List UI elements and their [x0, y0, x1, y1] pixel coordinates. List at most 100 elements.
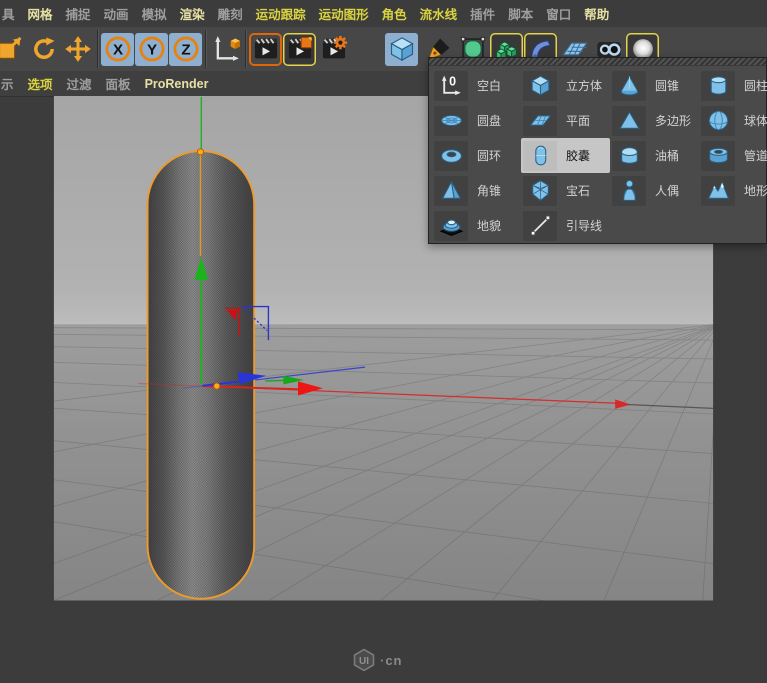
- null-primitive-icon: 0: [434, 70, 468, 101]
- primitive-label: 球体: [744, 114, 767, 128]
- relief-primitive-icon: [434, 210, 468, 241]
- rotate-tool-button[interactable]: [27, 33, 60, 66]
- primitive-item-cone[interactable]: 圆锥: [610, 68, 699, 103]
- axis-y-icon: Y: [138, 35, 166, 63]
- primitive-item-cube[interactable]: 立方体: [521, 68, 610, 103]
- cylinder-primitive-icon: [701, 70, 735, 101]
- primitive-item-guide[interactable]: 引导线: [521, 208, 610, 243]
- menu-item-5[interactable]: 渲染: [174, 4, 211, 23]
- axis-x-icon: X: [104, 35, 132, 63]
- lock-z-axis-button[interactable]: Z: [169, 32, 202, 66]
- oiltank-primitive-icon: [612, 140, 646, 171]
- render-view-button[interactable]: [249, 33, 282, 66]
- primitive-item-oiltank[interactable]: 油桶: [610, 138, 699, 173]
- primitive-item-plane[interactable]: 平面: [521, 103, 610, 138]
- primitive-label: 圆柱: [744, 79, 767, 93]
- render-settings-button[interactable]: [317, 33, 350, 66]
- svg-text:Z: Z: [181, 41, 190, 58]
- scale-icon: [0, 35, 24, 63]
- menu-item-11[interactable]: 插件: [464, 4, 501, 23]
- primitive-item-torus[interactable]: 圆环: [432, 138, 521, 173]
- primitive-item-landscape[interactable]: 地形: [699, 173, 767, 208]
- pyramid-primitive-icon: [434, 175, 468, 206]
- primitive-item-null[interactable]: 0 空白: [432, 68, 521, 103]
- primitive-item-pyramid[interactable]: 角锥: [432, 173, 521, 208]
- menu-item-4[interactable]: 模拟: [136, 4, 173, 23]
- primitive-label: 圆环: [477, 149, 502, 163]
- menu-item-1[interactable]: 选项: [21, 74, 60, 93]
- main-menubar: 具网格 捕捉 动画 模拟 渲染 雕刻 运动跟踪 运动图形 角色 流水线 插件 脚本 窗口 帮助: [0, 0, 767, 27]
- primitive-item-disc[interactable]: 圆盘: [432, 103, 521, 138]
- capsule-primitive-icon: [523, 140, 557, 171]
- menu-item-8[interactable]: 运动图形: [313, 4, 375, 23]
- tube-primitive-icon: [701, 140, 735, 171]
- menu-item-2[interactable]: 捕捉: [60, 4, 97, 23]
- menu-item-0[interactable]: 具: [0, 4, 21, 23]
- figure-primitive-icon: [612, 175, 646, 206]
- menu-item-1[interactable]: 网格: [22, 4, 59, 23]
- lock-y-axis-button[interactable]: Y: [135, 32, 168, 66]
- cinema4d-window: 具网格 捕捉 动画 模拟 渲染 雕刻 运动跟踪 运动图形 角色 流水线 插件 脚本 窗口 帮助 X Y Z 示…: [0, 0, 767, 683]
- disc-primitive-icon: [434, 105, 468, 136]
- render-picture-viewer-button[interactable]: [283, 32, 316, 66]
- menu-item-2[interactable]: 过滤: [60, 74, 99, 93]
- primitive-item-figure[interactable]: 人偶: [610, 173, 699, 208]
- panel-grip-handle[interactable]: [429, 58, 766, 66]
- primitive-item-tube[interactable]: 管道: [699, 138, 767, 173]
- render-settings-icon: [320, 35, 348, 63]
- svg-text:0: 0: [449, 75, 456, 89]
- primitives-dropdown-panel: 0 空白 立方体 圆锥 圆柱圆盘 平面 多边形 球体圆环 胶囊 油桶 管道角锥 宝石 人偶 地形地貌 引导线: [428, 57, 767, 244]
- primitive-item-polygon[interactable]: 多边形: [610, 103, 699, 138]
- scale-tool-button[interactable]: [0, 33, 26, 66]
- primitive-label: 地形: [744, 184, 767, 198]
- plane-primitive-icon: [523, 105, 557, 136]
- platonic-primitive-icon: [523, 175, 557, 206]
- primitive-label: 油桶: [655, 149, 680, 163]
- primitive-label: 平面: [566, 114, 591, 128]
- primitive-item-sphere[interactable]: 球体: [699, 103, 767, 138]
- coordinate-system-button[interactable]: [209, 33, 242, 66]
- guide-primitive-icon: [523, 210, 557, 241]
- primitive-item-cylinder[interactable]: 圆柱: [699, 68, 767, 103]
- primitive-label: 引导线: [566, 219, 603, 233]
- menu-item-3[interactable]: 面板: [99, 74, 138, 93]
- primitive-label: 人偶: [655, 184, 680, 198]
- sphere-primitive-icon: [701, 105, 735, 136]
- toolbar-separator: [245, 30, 247, 68]
- primitive-label: 圆盘: [477, 114, 502, 128]
- menu-item-6[interactable]: 雕刻: [212, 4, 249, 23]
- primitive-item-relief[interactable]: 地貌: [432, 208, 521, 243]
- toolbar-separator: [205, 30, 207, 68]
- axis-z-icon: Z: [172, 35, 200, 63]
- menu-item-3[interactable]: 动画: [98, 4, 135, 23]
- primitive-label: 胶囊: [566, 149, 591, 163]
- render-view-icon: [252, 35, 280, 63]
- primitive-label: 空白: [477, 79, 502, 93]
- menu-item-14[interactable]: 帮助: [578, 4, 615, 23]
- primitive-label: 角锥: [477, 184, 502, 198]
- menu-item-13[interactable]: 窗口: [540, 4, 577, 23]
- primitive-item-capsule[interactable]: 胶囊: [521, 138, 610, 173]
- primitive-label: 地貌: [477, 219, 502, 233]
- menu-item-0[interactable]: 示: [0, 74, 21, 93]
- menu-item-12[interactable]: 脚本: [502, 4, 539, 23]
- primitive-item-platonic[interactable]: 宝石: [521, 173, 610, 208]
- menu-item-9[interactable]: 角色: [376, 4, 413, 23]
- primitive-label: 立方体: [566, 79, 603, 93]
- render-picture-icon: [286, 35, 314, 63]
- toolbar-separator: [97, 30, 99, 68]
- svg-text:Y: Y: [146, 41, 156, 58]
- cube-primitive-icon: [523, 70, 557, 101]
- landscape-primitive-icon: [701, 175, 735, 206]
- move-tool-button[interactable]: [61, 33, 94, 66]
- primitive-label: 管道: [744, 149, 767, 163]
- lock-x-axis-button[interactable]: X: [101, 32, 134, 66]
- coordinate-icon: [212, 35, 240, 63]
- menu-item-7[interactable]: 运动跟踪: [250, 4, 312, 23]
- polygon-primitive-icon: [612, 105, 646, 136]
- menu-item-10[interactable]: 流水线: [414, 4, 464, 23]
- menu-item-4[interactable]: ProRender: [138, 77, 216, 91]
- primitive-label: 多边形: [655, 114, 692, 128]
- move-icon: [64, 35, 92, 63]
- primitive-cube-dropdown-button[interactable]: [385, 32, 418, 66]
